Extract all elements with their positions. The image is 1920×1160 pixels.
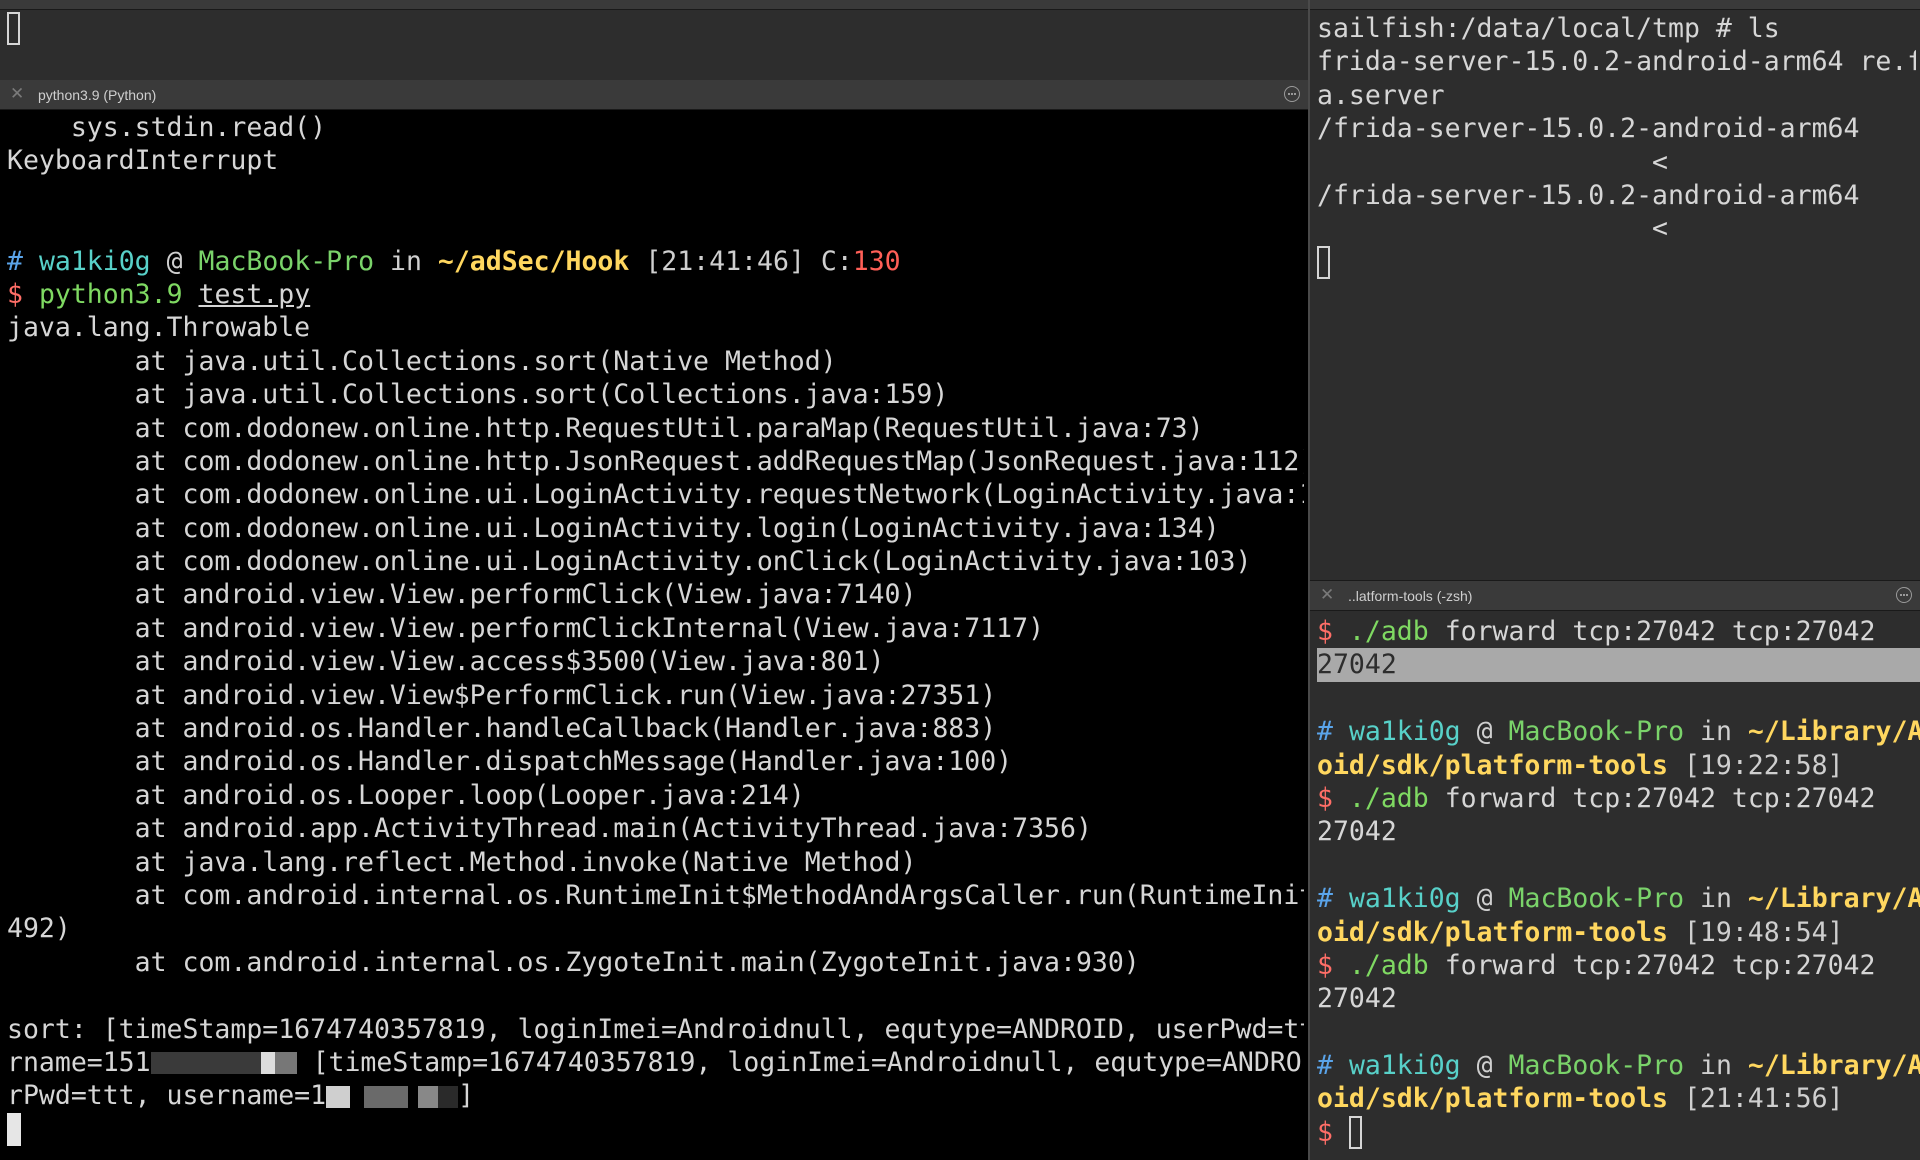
tab-bar-collapsed[interactable] (0, 0, 1308, 10)
stacktrace-line: at android.os.Handler.dispatchMessage(Ha… (7, 746, 1013, 778)
output-line: /frida-server-15.0.2-android-arm64 (1317, 179, 1860, 211)
shell-prompt: # wa1ki0g @ MacBook-Pro in ~/adSec/Hook … (7, 245, 901, 277)
stacktrace-line: at android.view.View.performClick(View.j… (7, 579, 917, 611)
terminal-cursor (1348, 1115, 1362, 1149)
stacktrace-line: at com.android.internal.os.ZygoteInit.ma… (7, 946, 1140, 978)
output-line: 27042 (1317, 816, 1397, 848)
redacted-block (418, 1085, 439, 1108)
output-line: sailfish:/data/local/tmp # ls (1317, 13, 1780, 44)
close-tab-icon[interactable]: ✕ (10, 84, 24, 104)
stacktrace-line: at java.util.Collections.sort(Collection… (7, 379, 949, 411)
stacktrace-line: at com.dodonew.online.http.RequestUtil.p… (7, 412, 1204, 444)
command-line: $ ./adb forward tcp:27042 tcp:27042 (1317, 616, 1876, 647)
redacted-block (438, 1085, 459, 1108)
selected-output-line: 27042 (1317, 648, 1920, 682)
stacktrace-line: at android.view.View.performClickInterna… (7, 612, 1045, 644)
stacktrace-line: java.lang.Throwable (7, 312, 311, 344)
shell-prompt-cont: oid/sdk/platform-tools [19:22:58] (1317, 749, 1844, 781)
tab-bar: ✕ ..latform-tools (-zsh) (1310, 580, 1920, 611)
tab-title[interactable]: ..latform-tools (-zsh) (1348, 588, 1472, 604)
shell-prompt: # wa1ki0g @ MacBook-Pro in ~/Library/And… (1317, 716, 1920, 748)
output-line: < (1317, 146, 1668, 178)
command-line: $ ./adb forward tcp:27042 tcp:27042 (1317, 949, 1876, 981)
top-left-terminal-pane[interactable] (0, 0, 1308, 80)
output-line: a.server (1317, 79, 1445, 111)
stacktrace-line: at com.dodonew.online.http.JsonRequest.a… (7, 445, 1304, 477)
pane-menu-icon[interactable] (1284, 86, 1300, 102)
stacktrace-line: at android.os.Looper.loop(Looper.java:21… (7, 779, 805, 811)
stacktrace-line: at com.dodonew.online.ui.LoginActivity.o… (7, 546, 1252, 578)
stacktrace-line: at android.view.View.access$3500(View.ja… (7, 646, 885, 678)
sort-output-line: rname=151 [timeStamp=1674740357819, logi… (7, 1046, 1304, 1078)
terminal-cursor (7, 12, 20, 45)
terminal-cursor (1317, 245, 1330, 279)
output-line: frida-server-15.0.2-android-arm64 re.fri… (1317, 46, 1916, 78)
terminal-output: sys.stdin.read() KeyboardInterrupt # wa1… (7, 111, 1304, 1146)
redacted-block (260, 1052, 275, 1075)
tab-title[interactable]: python3.9 (Python) (38, 87, 156, 103)
stacktrace-line: at java.lang.reflect.Method.invoke(Nativ… (7, 846, 917, 878)
shell-prompt: # wa1ki0g @ MacBook-Pro in ~/Library/And… (1317, 883, 1920, 915)
sort-output-line: rPwd=ttt, username=1] (7, 1080, 475, 1112)
stacktrace-line: 492) (7, 913, 71, 945)
output-line: sys.stdin.read() (7, 112, 327, 143)
redacted-block (150, 1052, 261, 1075)
redacted-block (364, 1085, 409, 1108)
output-line: KeyboardInterrupt (7, 145, 279, 177)
command-line[interactable]: $ (1317, 1115, 1920, 1149)
terminal-cursor (7, 1112, 21, 1146)
stacktrace-line: at com.dodonew.online.ui.LoginActivity.r… (7, 479, 1304, 511)
stacktrace-line: at com.android.internal.os.RuntimeInit$M… (7, 879, 1304, 911)
redacted-block (408, 1085, 419, 1108)
python-terminal-pane[interactable]: ✕ python3.9 (Python) sys.stdin.read() Ke… (0, 80, 1308, 1160)
output-line: < (1317, 213, 1668, 245)
close-tab-icon[interactable]: ✕ (1320, 585, 1334, 605)
tab-bar: ✕ python3.9 (Python) (0, 80, 1308, 110)
shell-prompt: # wa1ki0g @ MacBook-Pro in ~/Library/And… (1317, 1050, 1920, 1082)
redacted-block (350, 1085, 365, 1108)
redacted-block (326, 1085, 351, 1108)
stacktrace-line: at java.util.Collections.sort(Native Met… (7, 345, 837, 377)
pane-menu-icon[interactable] (1896, 587, 1912, 603)
command-line: $ python3.9 test.py (7, 278, 311, 310)
command-line: $ ./adb forward tcp:27042 tcp:27042 (1317, 782, 1876, 814)
shell-prompt-cont: oid/sdk/platform-tools [21:41:56] (1317, 1083, 1844, 1115)
shell-prompt-cont: oid/sdk/platform-tools [19:48:54] (1317, 916, 1844, 948)
terminal-output: $ ./adb forward tcp:27042 tcp:27042 2704… (1317, 615, 1920, 1149)
output-line: /frida-server-15.0.2-android-arm64 (1317, 113, 1860, 145)
tab-bar-collapsed[interactable] (1310, 0, 1920, 10)
sort-output-line: sort: [timeStamp=1674740357819, loginIme… (7, 1013, 1304, 1045)
output-line: 27042 (1317, 983, 1397, 1015)
stacktrace-line: at android.app.ActivityThread.main(Activ… (7, 813, 1092, 845)
platform-tools-terminal-pane[interactable]: ✕ ..latform-tools (-zsh) $ ./adb forward… (1310, 580, 1920, 1160)
stacktrace-line: at android.os.Handler.handleCallback(Han… (7, 713, 997, 745)
redacted-block (274, 1052, 297, 1075)
terminal-output: sailfish:/data/local/tmp # ls frida-serv… (1317, 12, 1916, 279)
adb-shell-pane[interactable]: sailfish:/data/local/tmp # ls frida-serv… (1310, 0, 1920, 580)
stacktrace-line: at android.view.View$PerformClick.run(Vi… (7, 679, 997, 711)
stacktrace-line: at com.dodonew.online.ui.LoginActivity.l… (7, 512, 1220, 544)
